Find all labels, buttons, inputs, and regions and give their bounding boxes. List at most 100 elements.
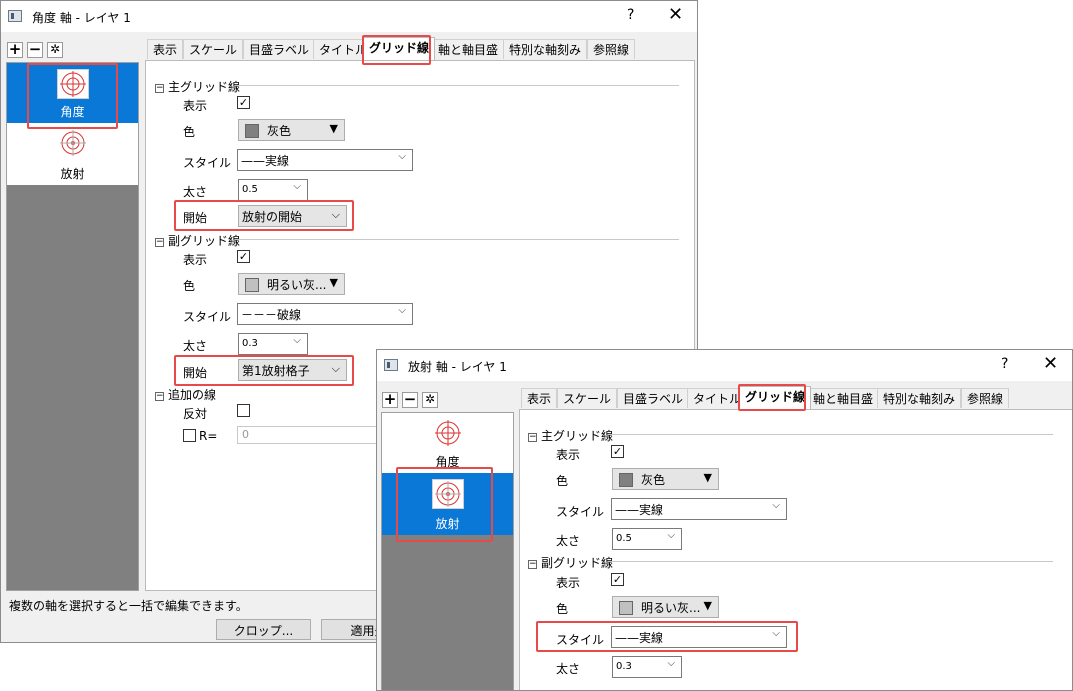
show-label: 表示 — [556, 576, 581, 590]
major-style-dropdown[interactable]: ——実線 ⌵ — [237, 149, 413, 171]
show-label: 表示 — [556, 448, 581, 462]
major-color-dropdown[interactable]: 灰色 ▼ — [612, 468, 719, 490]
dropdown-value: ——実線 — [615, 631, 664, 645]
major-width-dropdown[interactable]: 0.5 ⌵ — [238, 179, 308, 201]
minor-show-checkbox[interactable]: ✓ — [237, 250, 250, 263]
width-label: 太さ — [183, 339, 208, 353]
additional-lines-header[interactable]: − 追加の線 — [155, 386, 216, 403]
dropdown-value: －－－破線 — [241, 308, 302, 322]
tab-title[interactable]: タイトル — [687, 388, 748, 408]
tab-grids[interactable]: グリッド線 — [739, 386, 812, 409]
dropdown-value: ——実線 — [615, 503, 664, 517]
tab-display[interactable]: 表示 — [147, 39, 184, 59]
tab-reference-lines[interactable]: 参照線 — [587, 39, 636, 59]
major-style-dropdown[interactable]: ——実線 ⌵ — [611, 498, 787, 520]
color-swatch — [619, 473, 633, 487]
style-label: スタイル — [183, 310, 232, 324]
show-label: 表示 — [183, 253, 208, 267]
dropdown-value: ——実線 — [241, 154, 290, 168]
list-item-angle[interactable]: 角度 — [382, 413, 513, 473]
list-item-label: 放射 — [435, 517, 460, 531]
color-label: 色 — [183, 279, 196, 293]
tab-special-ticks[interactable]: 特別な軸刻み — [877, 388, 962, 408]
tab-grids[interactable]: グリッド線 — [363, 37, 436, 60]
reverse-checkbox[interactable] — [237, 404, 250, 417]
list-item-label: 角度 — [60, 105, 85, 119]
color-label: 色 — [183, 125, 196, 139]
major-show-checkbox[interactable]: ✓ — [237, 96, 250, 109]
major-grid-header[interactable]: − 主グリッド線 — [155, 78, 240, 95]
dropdown-value: 放射の開始 — [242, 210, 303, 224]
tab-display[interactable]: 表示 — [521, 388, 558, 408]
collapse-icon: − — [155, 237, 164, 247]
minor-start-dropdown[interactable]: 第1放射格子 ⌵ — [238, 359, 347, 381]
tab-scale[interactable]: スケール — [557, 388, 618, 408]
minor-show-checkbox[interactable]: ✓ — [611, 573, 624, 586]
color-label: 色 — [556, 602, 569, 616]
window-title: 放射 軸 - レイヤ 1 — [408, 360, 507, 374]
settings-icon[interactable]: ✲ — [47, 42, 63, 58]
list-item-radial[interactable]: 放射 — [7, 123, 138, 185]
list-item-angle[interactable]: 角度 — [7, 63, 138, 123]
remove-icon[interactable]: − — [27, 42, 43, 58]
tab-special-ticks[interactable]: 特別な軸刻み — [503, 39, 588, 59]
window-title: 角度 軸 - レイヤ 1 — [32, 11, 131, 25]
dropdown-value: 0.3 — [616, 661, 632, 672]
minor-width-dropdown[interactable]: 0.3 ⌵ — [238, 333, 308, 355]
start-label: 開始 — [183, 211, 208, 225]
grids-panel — [519, 409, 1072, 690]
remove-icon[interactable]: − — [402, 392, 418, 408]
width-label: 太さ — [556, 534, 581, 548]
dropdown-value: 0.5 — [242, 184, 258, 195]
divider — [608, 434, 1053, 435]
width-label: 太さ — [556, 662, 581, 676]
radial-axis-dialog: 放射 軸 - レイヤ 1 ? ✕ + − ✲ 角度 放射 表示 スケール 目盛ラ… — [376, 349, 1073, 691]
minor-color-dropdown[interactable]: 明るい灰... ▼ — [238, 273, 345, 295]
major-start-dropdown[interactable]: 放射の開始 ⌵ — [238, 205, 347, 227]
crop-button[interactable]: クロップ... — [216, 619, 311, 640]
section-title: 副グリッド線 — [168, 234, 241, 248]
tab-axis-ticks[interactable]: 軸と軸目盛 — [807, 388, 880, 408]
minor-color-dropdown[interactable]: 明るい灰... ▼ — [612, 596, 719, 618]
major-color-dropdown[interactable]: 灰色 ▼ — [238, 119, 345, 141]
dropdown-arrow-icon: ▼ — [329, 276, 338, 289]
settings-icon[interactable]: ✲ — [422, 392, 438, 408]
start-label: 開始 — [183, 366, 208, 380]
collapse-icon: − — [528, 432, 537, 442]
divider — [235, 85, 679, 86]
color-label: 色 — [556, 474, 569, 488]
help-button[interactable]: ? — [627, 7, 634, 23]
minor-grid-header[interactable]: − 副グリッド線 — [528, 554, 613, 571]
r-label: R= — [199, 429, 218, 443]
list-item-radial[interactable]: 放射 — [382, 473, 513, 535]
major-show-checkbox[interactable]: ✓ — [611, 445, 624, 458]
section-title: 主グリッド線 — [168, 80, 241, 94]
tab-scale[interactable]: スケール — [183, 39, 244, 59]
dropdown-value: 灰色 — [267, 124, 292, 138]
chevron-down-icon: ⌵ — [398, 151, 406, 162]
major-width-dropdown[interactable]: 0.5 ⌵ — [612, 528, 682, 550]
show-label: 表示 — [183, 99, 208, 113]
close-icon[interactable]: ✕ — [668, 4, 683, 25]
r-checkbox[interactable] — [183, 429, 196, 442]
status-text: 複数の軸を選択すると一括で編集できます。 — [9, 599, 248, 613]
chevron-down-icon: ⌵ — [331, 362, 340, 375]
r-value-input[interactable]: 0 — [237, 426, 377, 444]
style-label: スタイル — [556, 505, 605, 519]
close-icon[interactable]: ✕ — [1043, 353, 1058, 374]
tab-axis-ticks[interactable]: 軸と軸目盛 — [432, 39, 505, 59]
polar-angle-icon — [56, 69, 89, 99]
tab-tick-labels[interactable]: 目盛ラベル — [243, 39, 316, 59]
minor-style-dropdown[interactable]: ——実線 ⌵ — [611, 626, 787, 648]
tab-tick-labels[interactable]: 目盛ラベル — [617, 388, 690, 408]
axis-list: 角度 放射 — [381, 412, 514, 690]
add-icon[interactable]: + — [7, 42, 23, 58]
minor-width-dropdown[interactable]: 0.3 ⌵ — [612, 656, 682, 678]
minor-style-dropdown[interactable]: －－－破線 ⌵ — [237, 303, 413, 325]
minor-grid-header[interactable]: − 副グリッド線 — [155, 232, 240, 249]
app-icon — [384, 359, 398, 371]
help-button[interactable]: ? — [1001, 356, 1008, 372]
major-grid-header[interactable]: − 主グリッド線 — [528, 427, 613, 444]
tab-reference-lines[interactable]: 参照線 — [961, 388, 1010, 408]
add-icon[interactable]: + — [382, 392, 398, 408]
